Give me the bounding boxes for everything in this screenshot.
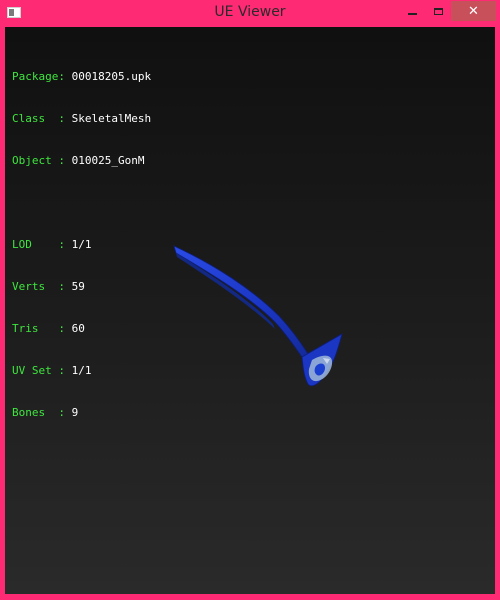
close-button[interactable]: ✕ <box>451 1 496 21</box>
maximize-button[interactable] <box>425 1 451 21</box>
skeletal-mesh-render[interactable] <box>5 27 495 594</box>
close-icon: ✕ <box>468 3 479 19</box>
title-bar[interactable]: UE Viewer ✕ <box>0 0 500 27</box>
minimize-icon <box>407 13 417 15</box>
mesh-buckle <box>301 333 343 387</box>
3d-viewport[interactable]: Package: 00018205.upk Class : SkeletalMe… <box>5 27 495 594</box>
mesh-strap <box>173 245 309 358</box>
minimize-button[interactable] <box>399 1 425 21</box>
maximize-icon <box>433 7 443 15</box>
app-window: UE Viewer ✕ Package: 00018205.upk Class … <box>0 0 500 600</box>
